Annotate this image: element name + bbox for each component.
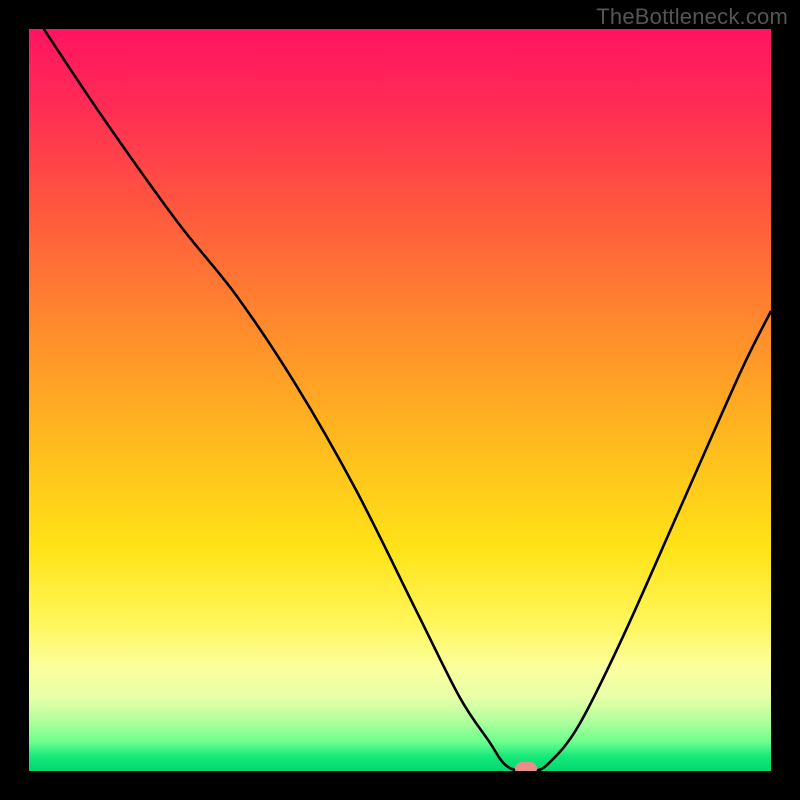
watermark-text: TheBottleneck.com [596,4,788,30]
optimal-point-marker [515,762,537,771]
plot-area [29,29,771,771]
chart-frame: TheBottleneck.com [0,0,800,800]
bottleneck-curve [29,29,771,771]
